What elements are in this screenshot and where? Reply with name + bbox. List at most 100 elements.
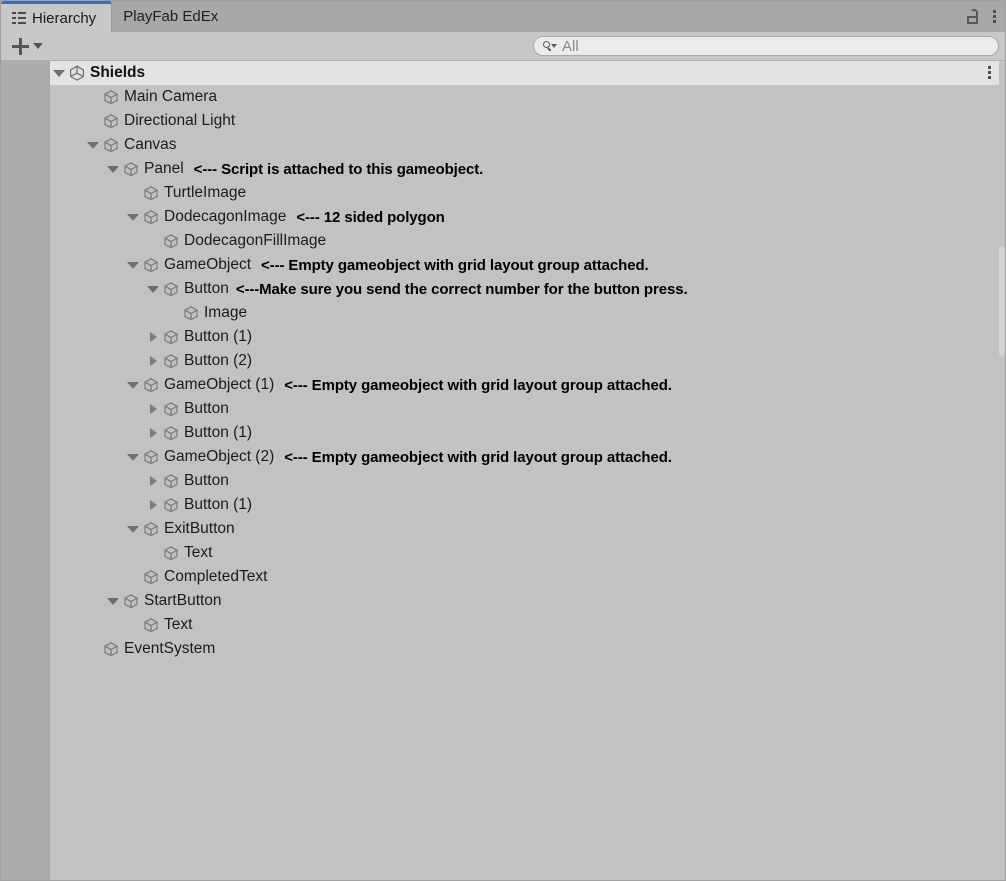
gameobject-cube-icon: [164, 498, 178, 513]
triangle-down-icon: [127, 381, 139, 389]
hierarchy-row-annotation: <--- Empty gameobject with grid layout g…: [284, 448, 672, 466]
gameobject-cube-icon: [144, 378, 158, 393]
hierarchy-row[interactable]: Canvas: [50, 133, 1001, 157]
lock-icon[interactable]: [967, 9, 980, 24]
hierarchy-root-row[interactable]: Shields: [50, 61, 1001, 85]
triangle-down-icon: [127, 525, 139, 533]
foldout-collapsed-toggle[interactable]: [144, 325, 162, 349]
hierarchy-row[interactable]: Main Camera: [50, 85, 1001, 109]
hierarchy-row-label: GameObject (1): [164, 376, 275, 394]
triangle-down-icon: [147, 285, 159, 293]
hierarchy-row[interactable]: DodecagonImage <--- 12 sided polygon: [50, 205, 1001, 229]
hierarchy-row-label: Directional Light: [124, 112, 236, 130]
hierarchy-row[interactable]: Image: [50, 301, 1001, 325]
hierarchy-body: Shields Main Camera Directional Light Canv…: [1, 61, 1005, 880]
gameobject-cube-icon: [164, 546, 178, 561]
search-input[interactable]: All: [533, 36, 999, 56]
hierarchy-row-label: Text: [164, 616, 193, 634]
search-icon[interactable]: [543, 40, 557, 52]
hierarchy-row-label: Button (1): [184, 496, 253, 514]
hierarchy-row-label: Button: [184, 400, 229, 418]
triangle-right-icon: [149, 356, 157, 366]
hierarchy-row-label: Canvas: [124, 136, 177, 154]
foldout-expanded-toggle[interactable]: [124, 253, 142, 277]
foldout-collapsed-toggle[interactable]: [144, 421, 162, 445]
gameobject-cube-icon: [144, 186, 158, 201]
foldout-collapsed-toggle[interactable]: [144, 469, 162, 493]
hierarchy-row[interactable]: Button (1): [50, 325, 1001, 349]
hierarchy-row-label: Button: [184, 472, 229, 490]
hierarchy-row-label: DodecagonFillImage: [184, 232, 327, 250]
hierarchy-row[interactable]: Button: [50, 469, 1001, 493]
hierarchy-row[interactable]: ExitButton: [50, 517, 1001, 541]
hierarchy-icon: [12, 12, 26, 24]
hierarchy-row-label: ExitButton: [164, 520, 235, 538]
hierarchy-row[interactable]: Text: [50, 541, 1001, 565]
foldout-expanded-toggle[interactable]: [124, 373, 142, 397]
gameobject-cube-icon: [144, 522, 158, 537]
hierarchy-row[interactable]: Button (1): [50, 421, 1001, 445]
hierarchy-row[interactable]: StartButton: [50, 589, 1001, 613]
hierarchy-row[interactable]: TurtleImage: [50, 181, 1001, 205]
gameobject-cube-icon: [164, 282, 178, 297]
hierarchy-row-label: Main Camera: [124, 88, 218, 106]
hierarchy-row[interactable]: Directional Light: [50, 109, 1001, 133]
tab-playfab-edex-label: PlayFab EdEx: [123, 8, 219, 25]
root-foldout-toggle[interactable]: [50, 61, 68, 85]
hierarchy-row-label: Button (1): [184, 424, 253, 442]
foldout-expanded-toggle[interactable]: [104, 589, 122, 613]
hierarchy-row[interactable]: Button (2): [50, 349, 1001, 373]
hierarchy-row[interactable]: Button <---Make sure you send the correct…: [50, 277, 1001, 301]
tab-bar: Hierarchy PlayFab EdEx: [1, 1, 1005, 32]
hierarchy-row-label: EventSystem: [124, 640, 216, 658]
gameobject-cube-icon: [104, 642, 118, 657]
hierarchy-row-annotation: <--- Empty gameobject with grid layout g…: [261, 256, 649, 274]
vertical-scrollbar[interactable]: [999, 61, 1005, 880]
unity-scene-icon: [70, 65, 84, 81]
scrollbar-thumb[interactable]: [999, 246, 1005, 356]
triangle-down-icon: [127, 213, 139, 221]
foldout-collapsed-toggle[interactable]: [144, 397, 162, 421]
tab-playfab-edex[interactable]: PlayFab EdEx: [112, 1, 233, 32]
triangle-down-icon: [127, 261, 139, 269]
foldout-expanded-toggle[interactable]: [144, 277, 162, 301]
hierarchy-row-annotation: <---Make sure you send the correct numbe…: [235, 280, 688, 298]
gameobject-cube-icon: [164, 402, 178, 417]
hierarchy-row[interactable]: GameObject (2) <--- Empty gameobject with…: [50, 445, 1001, 469]
hierarchy-row[interactable]: EventSystem: [50, 637, 1001, 661]
hierarchy-row[interactable]: Panel <--- Script is attached to this gam…: [50, 157, 1001, 181]
triangle-right-icon: [149, 332, 157, 342]
foldout-expanded-toggle[interactable]: [104, 157, 122, 181]
hierarchy-row[interactable]: GameObject <--- Empty gameobject with gri…: [50, 253, 1001, 277]
search-placeholder: All: [562, 37, 579, 55]
hierarchy-row[interactable]: Text: [50, 613, 1001, 637]
foldout-expanded-toggle[interactable]: [84, 133, 102, 157]
hierarchy-tree[interactable]: Shields Main Camera Directional Light Canv…: [50, 61, 1001, 880]
hierarchy-row-annotation: <--- Empty gameobject with grid layout g…: [284, 376, 672, 394]
hierarchy-row-label: TurtleImage: [164, 184, 247, 202]
add-gameobject-button[interactable]: [10, 36, 45, 57]
gameobject-cube-icon: [184, 306, 198, 321]
hierarchy-row-label: Panel: [144, 160, 184, 178]
hierarchy-row-label: Button (2): [184, 352, 253, 370]
foldout-spacer: [144, 229, 162, 253]
foldout-expanded-toggle[interactable]: [124, 445, 142, 469]
row-kebab-menu-icon[interactable]: [988, 66, 991, 79]
foldout-collapsed-toggle[interactable]: [144, 349, 162, 373]
hierarchy-row[interactable]: Button: [50, 397, 1001, 421]
tab-hierarchy[interactable]: Hierarchy: [1, 1, 113, 32]
triangle-right-icon: [149, 500, 157, 510]
gameobject-cube-icon: [144, 450, 158, 465]
foldout-expanded-toggle[interactable]: [124, 517, 142, 541]
hierarchy-row-label: GameObject: [164, 256, 252, 274]
hierarchy-row[interactable]: GameObject (1) <--- Empty gameobject with…: [50, 373, 1001, 397]
foldout-expanded-toggle[interactable]: [124, 205, 142, 229]
hierarchy-row[interactable]: Button (1): [50, 493, 1001, 517]
hierarchy-row[interactable]: DodecagonFillImage: [50, 229, 1001, 253]
hierarchy-row-annotation: <--- Script is attached to this gameobje…: [193, 160, 484, 178]
hierarchy-row[interactable]: CompletedText: [50, 565, 1001, 589]
gameobject-cube-icon: [104, 114, 118, 129]
foldout-spacer: [84, 637, 102, 661]
foldout-collapsed-toggle[interactable]: [144, 493, 162, 517]
kebab-menu-icon[interactable]: [993, 10, 996, 23]
